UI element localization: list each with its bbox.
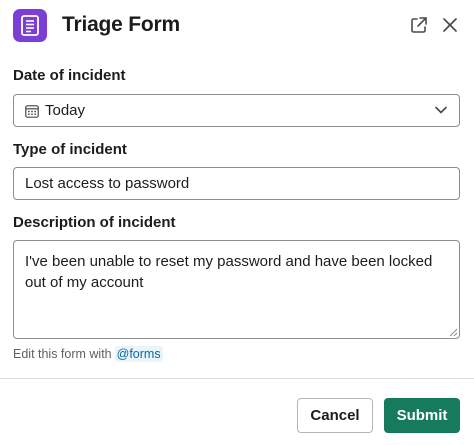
resize-handle-icon[interactable] bbox=[449, 328, 458, 337]
footer-divider bbox=[0, 378, 474, 379]
forms-mention-link[interactable]: @forms bbox=[114, 346, 163, 362]
date-of-incident-select[interactable]: Today bbox=[13, 94, 460, 127]
external-link-icon[interactable] bbox=[409, 15, 429, 35]
helper-text: Edit this form with bbox=[13, 347, 112, 361]
cancel-button[interactable]: Cancel bbox=[297, 398, 373, 433]
modal-header: Triage Form bbox=[0, 0, 474, 52]
chevron-down-icon bbox=[435, 106, 447, 114]
form-document-icon bbox=[13, 9, 47, 42]
type-of-incident-label: Type of incident bbox=[13, 141, 127, 158]
description-of-incident-textarea[interactable]: I've been unable to reset my password an… bbox=[13, 240, 460, 339]
submit-button[interactable]: Submit bbox=[384, 398, 460, 433]
date-of-incident-label: Date of incident bbox=[13, 67, 126, 84]
type-of-incident-input[interactable] bbox=[13, 167, 460, 200]
triage-form-modal: Triage Form Date of incident Today Type … bbox=[0, 0, 474, 445]
form-helper-text: Edit this form with @forms bbox=[13, 346, 163, 362]
calendar-icon bbox=[25, 105, 39, 118]
date-select-value: Today bbox=[45, 102, 86, 119]
modal-title: Triage Form bbox=[62, 13, 180, 36]
close-icon[interactable] bbox=[440, 15, 460, 35]
description-of-incident-label: Description of incident bbox=[13, 214, 176, 231]
